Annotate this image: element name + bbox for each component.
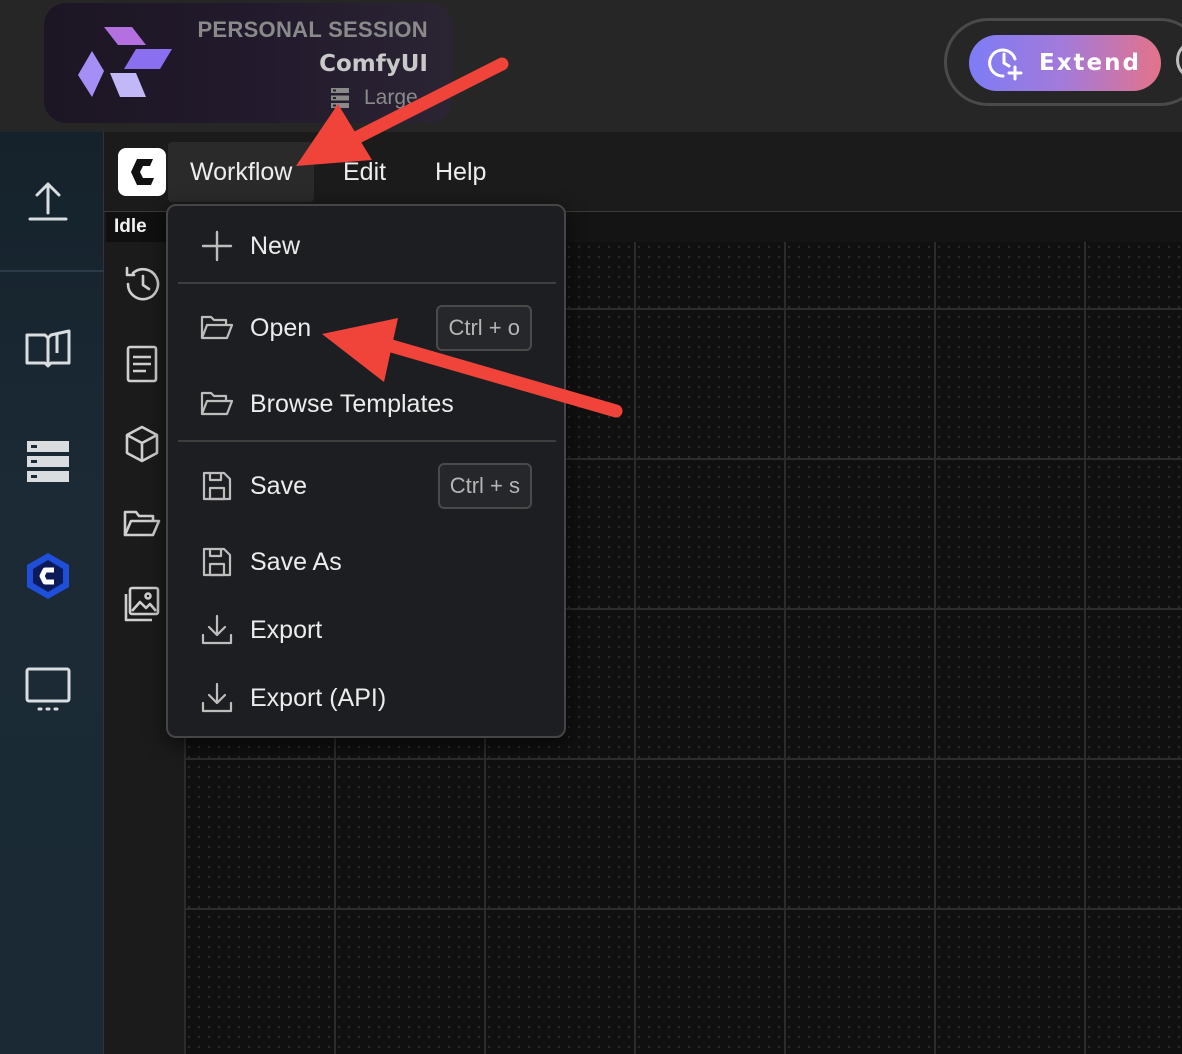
extend-container: Extend (944, 18, 1182, 106)
menu-item-label: Save As (250, 547, 342, 576)
menu-item-export-api[interactable]: Export (API) (178, 668, 554, 728)
menu-item-label: Save (250, 471, 307, 500)
menu-separator (178, 282, 556, 284)
session-size-label: Large (364, 86, 418, 109)
menu-item-open[interactable]: Open Ctrl + o (178, 298, 554, 358)
menu-item-label: New (250, 231, 301, 260)
session-app-name: ComfyUI (319, 51, 428, 77)
download-icon (200, 681, 234, 715)
menu-item-save[interactable]: Save Ctrl + s (178, 456, 554, 516)
save-icon (200, 545, 234, 579)
menu-item-label: Open (250, 313, 312, 342)
menu-separator (178, 440, 556, 442)
folder-icon[interactable] (120, 502, 164, 546)
menu-item-label: Export (API) (250, 683, 387, 712)
menu-item-new[interactable]: New (178, 216, 554, 276)
book-icon[interactable] (20, 320, 76, 376)
shortcut-badge: Ctrl + s (437, 463, 532, 509)
shortcut-badge: Ctrl + o (436, 305, 532, 351)
extend-button-label: Extend (1039, 50, 1141, 76)
menu-item-browse-templates[interactable]: Browse Templates (178, 374, 554, 434)
comfy-hex-icon[interactable] (20, 548, 76, 604)
server-icon[interactable] (20, 434, 76, 490)
folder-open-icon (200, 311, 234, 345)
notebook-icon[interactable] (120, 342, 164, 386)
plus-icon (200, 229, 234, 263)
session-card[interactable]: PERSONAL SESSION ComfyUI Large (44, 3, 452, 123)
left-sidebar (0, 132, 104, 1054)
workflow-menu: New Open Ctrl + o Browse Templates Save … (166, 204, 566, 738)
menu-item-export[interactable]: Export (178, 600, 554, 660)
menu-help[interactable]: Help (413, 142, 508, 202)
history-icon[interactable] (120, 262, 164, 306)
session-logo-icon (78, 27, 172, 97)
upload-icon[interactable] (20, 172, 76, 228)
save-icon (200, 469, 234, 503)
folder-open-icon (200, 387, 234, 421)
menu-workflow[interactable]: Workflow (168, 142, 315, 202)
menu-edit[interactable]: Edit (321, 142, 408, 202)
session-kicker: PERSONAL SESSION (197, 17, 428, 42)
menu-item-label: Browse Templates (250, 389, 454, 418)
server-small-icon (331, 88, 349, 108)
queue-status: Idle (106, 212, 168, 242)
gallery-icon[interactable] (120, 582, 164, 626)
monitor-icon[interactable] (20, 662, 76, 718)
cube-icon[interactable] (120, 422, 164, 466)
extend-button[interactable]: Extend (969, 35, 1161, 91)
download-icon (200, 613, 234, 647)
sidebar-divider (0, 270, 104, 272)
comfy-logo-icon[interactable] (118, 148, 166, 196)
top-bar: PERSONAL SESSION ComfyUI Large Extend (0, 0, 1182, 132)
menu-item-save-as[interactable]: Save As (178, 532, 554, 592)
clock-plus-icon (988, 48, 1023, 81)
session-size: Large (330, 86, 418, 110)
menu-item-label: Export (250, 615, 323, 644)
